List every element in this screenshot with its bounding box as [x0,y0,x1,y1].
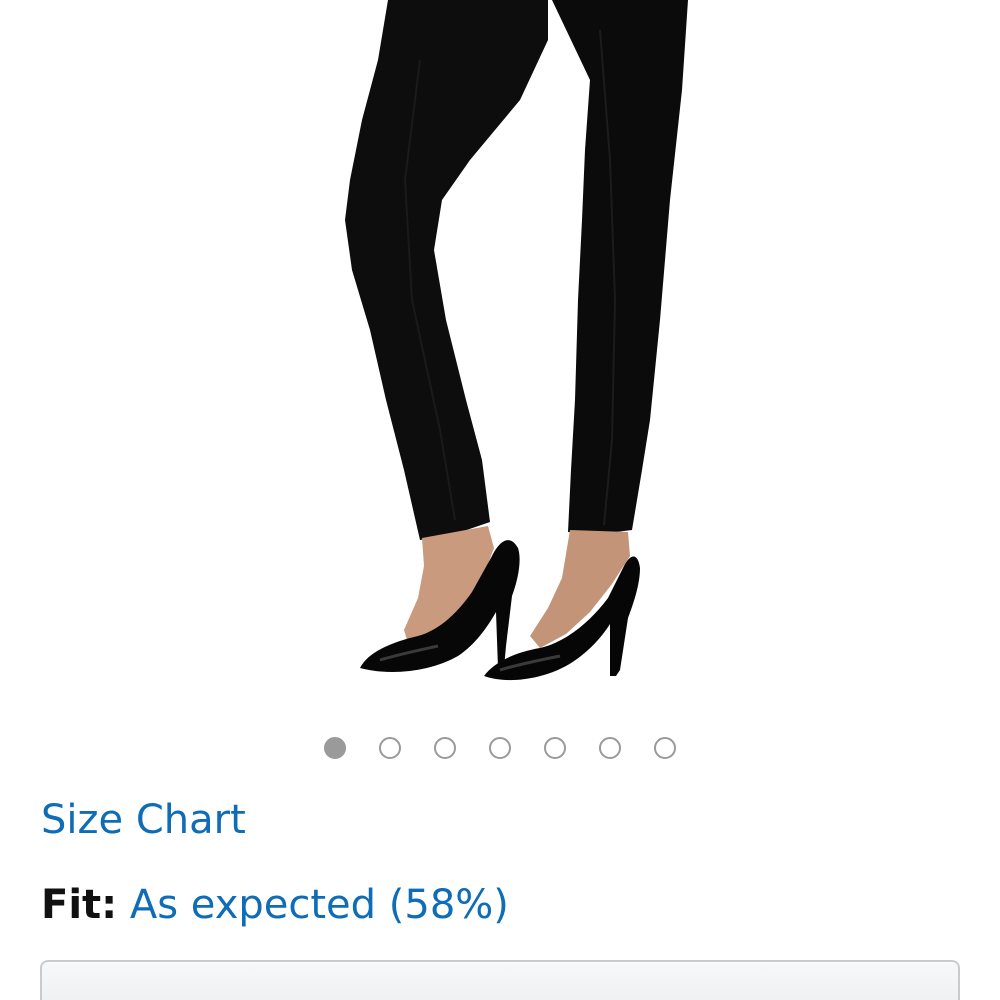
size-selector[interactable] [40,960,960,1000]
carousel-dot[interactable] [434,737,456,759]
carousel-indicator [0,737,1000,763]
product-image[interactable] [0,0,1000,715]
fit-value-link[interactable]: As expected (58%) [130,882,509,928]
carousel-dot[interactable] [489,737,511,759]
carousel-dot[interactable] [379,737,401,759]
size-chart-link[interactable]: Size Chart [41,794,246,846]
carousel-dot[interactable] [324,737,346,759]
carousel-dot[interactable] [599,737,621,759]
fit-summary: Fit: As expected (58%) [41,878,509,932]
fit-label: Fit: [41,882,118,928]
carousel-dot[interactable] [654,737,676,759]
product-page: Size Chart Fit: As expected (58%) [0,0,1000,1000]
carousel-dot[interactable] [544,737,566,759]
product-photo-svg [0,0,1000,715]
